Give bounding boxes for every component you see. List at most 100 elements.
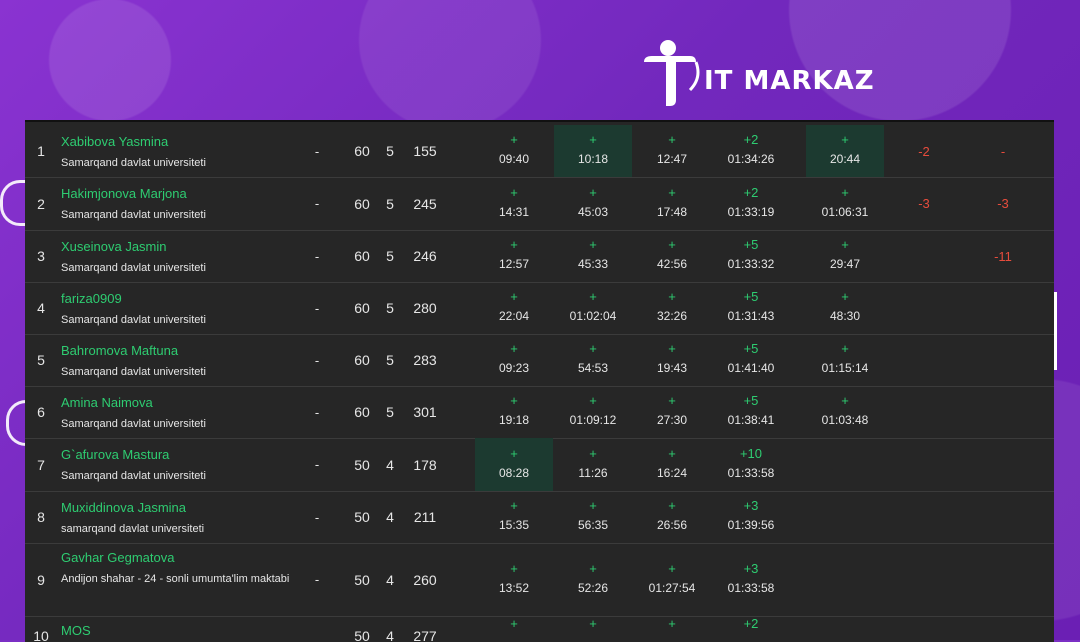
problem-result-cell[interactable] bbox=[885, 230, 963, 282]
problem-result-cell[interactable]: +32:26 bbox=[633, 282, 711, 334]
problem-result-cell[interactable]: +01:06:31 bbox=[806, 177, 884, 230]
problem-result-cell[interactable]: +01:09:12 bbox=[554, 386, 632, 438]
solved-count-cell: 5 bbox=[386, 248, 394, 264]
participant-name-link[interactable]: G`afurova Mastura bbox=[61, 446, 301, 464]
problem-result-cell[interactable]: + bbox=[475, 616, 553, 642]
participant-name-link[interactable]: Hakimjonova Marjona bbox=[61, 185, 301, 203]
participant-name-link[interactable]: Gavhar Gegmatova bbox=[61, 549, 301, 567]
problem-result-cell[interactable]: +10 01:33:58 bbox=[712, 438, 790, 491]
problem-result-cell[interactable]: +13:52 bbox=[475, 543, 553, 616]
solved-count-cell: 5 bbox=[386, 404, 394, 420]
solve-mark: +3 bbox=[743, 560, 759, 576]
participant-name-link[interactable]: fariza0909 bbox=[61, 290, 301, 308]
dash-cell bbox=[307, 616, 327, 642]
solve-time: 11:26 bbox=[578, 465, 608, 480]
rank-cell: 5 bbox=[37, 352, 45, 368]
problem-result-cell[interactable]: +5 01:33:32 bbox=[712, 230, 790, 282]
participant-name-link[interactable]: Xabibova Yasmina bbox=[61, 133, 301, 151]
participant-info: Amina Naimova Samarqand davlat universite… bbox=[61, 394, 301, 434]
problem-result-cell[interactable]: +22:04 bbox=[475, 282, 553, 334]
solve-mark: +10 bbox=[739, 445, 763, 461]
problem-result-cell[interactable]: -11 bbox=[964, 230, 1042, 282]
solve-mark: +5 bbox=[743, 237, 759, 252]
problem-result-cell[interactable]: +3 01:33:58 bbox=[712, 543, 790, 616]
participant-info: Gavhar Gegmatova Andijon shahar - 24 - so… bbox=[61, 549, 301, 589]
problem-result-cell[interactable]: +5 01:31:43 bbox=[712, 282, 790, 334]
participant-name-link[interactable]: Bahromova Maftuna bbox=[61, 342, 301, 360]
problem-result-cell[interactable]: -3 bbox=[964, 177, 1042, 230]
rank-cell: 8 bbox=[37, 509, 45, 525]
solve-time: 32:26 bbox=[656, 309, 688, 323]
problem-result-cell[interactable]: +16:24 bbox=[633, 438, 711, 491]
problem-result-cell[interactable]: +42:56 bbox=[633, 230, 711, 282]
participant-name-link[interactable]: Amina Naimova bbox=[61, 394, 301, 412]
solve-time: 01:15:14 bbox=[821, 361, 869, 375]
problem-result-cell[interactable]: +26:56 bbox=[633, 491, 711, 543]
problem-result-cell[interactable]: +5 01:41:40 bbox=[712, 334, 790, 386]
solved-count-cell: 5 bbox=[386, 352, 394, 368]
rank-cell: 1 bbox=[37, 143, 45, 159]
problem-result-cell[interactable]: + bbox=[554, 616, 632, 642]
problem-result-cell[interactable]: +09:23 bbox=[475, 334, 553, 386]
problem-result-cell[interactable]: +29:47 bbox=[806, 230, 884, 282]
problem-result-cell[interactable]: +45:03 bbox=[554, 177, 632, 230]
problem-result-cell[interactable]: +11:26 bbox=[554, 438, 632, 491]
problem-result-cell[interactable]: +5 01:38:41 bbox=[712, 386, 790, 438]
participant-info: Xabibova Yasmina Samarqand davlat univers… bbox=[61, 133, 301, 173]
solved-count-cell: 5 bbox=[386, 195, 394, 212]
problem-result-cell[interactable]: - bbox=[964, 125, 1042, 177]
problem-result-cell[interactable]: + bbox=[633, 616, 711, 642]
problem-result-cell[interactable]: +2 bbox=[712, 616, 790, 642]
solve-mark: + bbox=[589, 237, 597, 252]
problem-result-cell[interactable]: -2 bbox=[885, 125, 963, 177]
problem-result-cell[interactable]: +45:33 bbox=[554, 230, 632, 282]
penalty-cell: 245 bbox=[413, 195, 437, 212]
problem-result-cell[interactable]: +12:57 bbox=[475, 230, 553, 282]
problem-result-cell[interactable]: +01:03:48 bbox=[806, 386, 884, 438]
participant-info: Muxiddinova Jasmina samarqand davlat univ… bbox=[61, 499, 301, 539]
problem-result-cell[interactable]: +2 01:33:19 bbox=[712, 177, 790, 230]
participant-name-link[interactable]: Muxiddinova Jasmina bbox=[61, 499, 301, 517]
problem-result-cell[interactable]: +01:02:04 bbox=[554, 282, 632, 334]
problem-result-cell[interactable]: +54:53 bbox=[554, 334, 632, 386]
participant-name-link[interactable]: Xuseinova Jasmin bbox=[61, 238, 301, 256]
problem-result-cell[interactable]: +10:18 bbox=[554, 125, 632, 177]
problem-result-cell[interactable]: +20:44 bbox=[806, 125, 884, 177]
solve-mark: + bbox=[668, 560, 676, 576]
score-cell: 60 bbox=[354, 404, 370, 420]
participant-organization: Samarqand davlat universiteti bbox=[61, 314, 206, 326]
problem-result-cell[interactable]: +3 01:39:56 bbox=[712, 491, 790, 543]
participant-name-link[interactable]: MOS bbox=[61, 622, 301, 640]
solved-count-cell: 4 bbox=[386, 571, 394, 588]
participant-info: Xuseinova Jasmin Samarqand davlat univers… bbox=[61, 238, 301, 278]
standings-table: 1 Xabibova Yasmina Samarqand davlat univer… bbox=[25, 120, 1054, 642]
problem-result-cell[interactable]: +09:40 bbox=[475, 125, 553, 177]
problem-result-cell[interactable]: +2 01:34:26 bbox=[712, 125, 790, 177]
problem-result-cell[interactable]: +17:48 bbox=[633, 177, 711, 230]
solve-time: 14:31 bbox=[498, 204, 530, 219]
solve-mark: + bbox=[668, 498, 676, 513]
problem-result-cell[interactable]: +52:26 bbox=[554, 543, 632, 616]
problem-result-cell[interactable]: +01:27:54 bbox=[633, 543, 711, 616]
solve-mark: + bbox=[841, 393, 849, 408]
problem-result-cell[interactable]: +01:15:14 bbox=[806, 334, 884, 386]
problem-result-cell[interactable]: -3 bbox=[885, 177, 963, 230]
problem-result-cell[interactable]: +12:47 bbox=[633, 125, 711, 177]
problem-result-cell[interactable]: +14:31 bbox=[475, 177, 553, 230]
participant-info: fariza0909 Samarqand davlat universiteti bbox=[61, 290, 301, 330]
solve-mark: +5 bbox=[743, 341, 759, 356]
problem-result-cell[interactable]: +48:30 bbox=[806, 282, 884, 334]
solve-mark: + bbox=[510, 498, 518, 513]
problem-result-cell[interactable]: +08:28 bbox=[475, 438, 553, 491]
problem-result-cell[interactable]: +56:35 bbox=[554, 491, 632, 543]
problem-result-cell[interactable]: +15:35 bbox=[475, 491, 553, 543]
dash-cell: - bbox=[314, 572, 320, 587]
penalty-cell: 301 bbox=[413, 404, 437, 420]
solve-time: 01:41:40 bbox=[727, 361, 775, 375]
scrollbar-indicator[interactable] bbox=[1054, 292, 1057, 370]
solved-count-cell: 4 bbox=[386, 456, 394, 473]
problem-result-cell[interactable]: +27:30 bbox=[633, 386, 711, 438]
dash-cell: - bbox=[314, 352, 320, 368]
problem-result-cell[interactable]: +19:43 bbox=[633, 334, 711, 386]
problem-result-cell[interactable]: +19:18 bbox=[475, 386, 553, 438]
